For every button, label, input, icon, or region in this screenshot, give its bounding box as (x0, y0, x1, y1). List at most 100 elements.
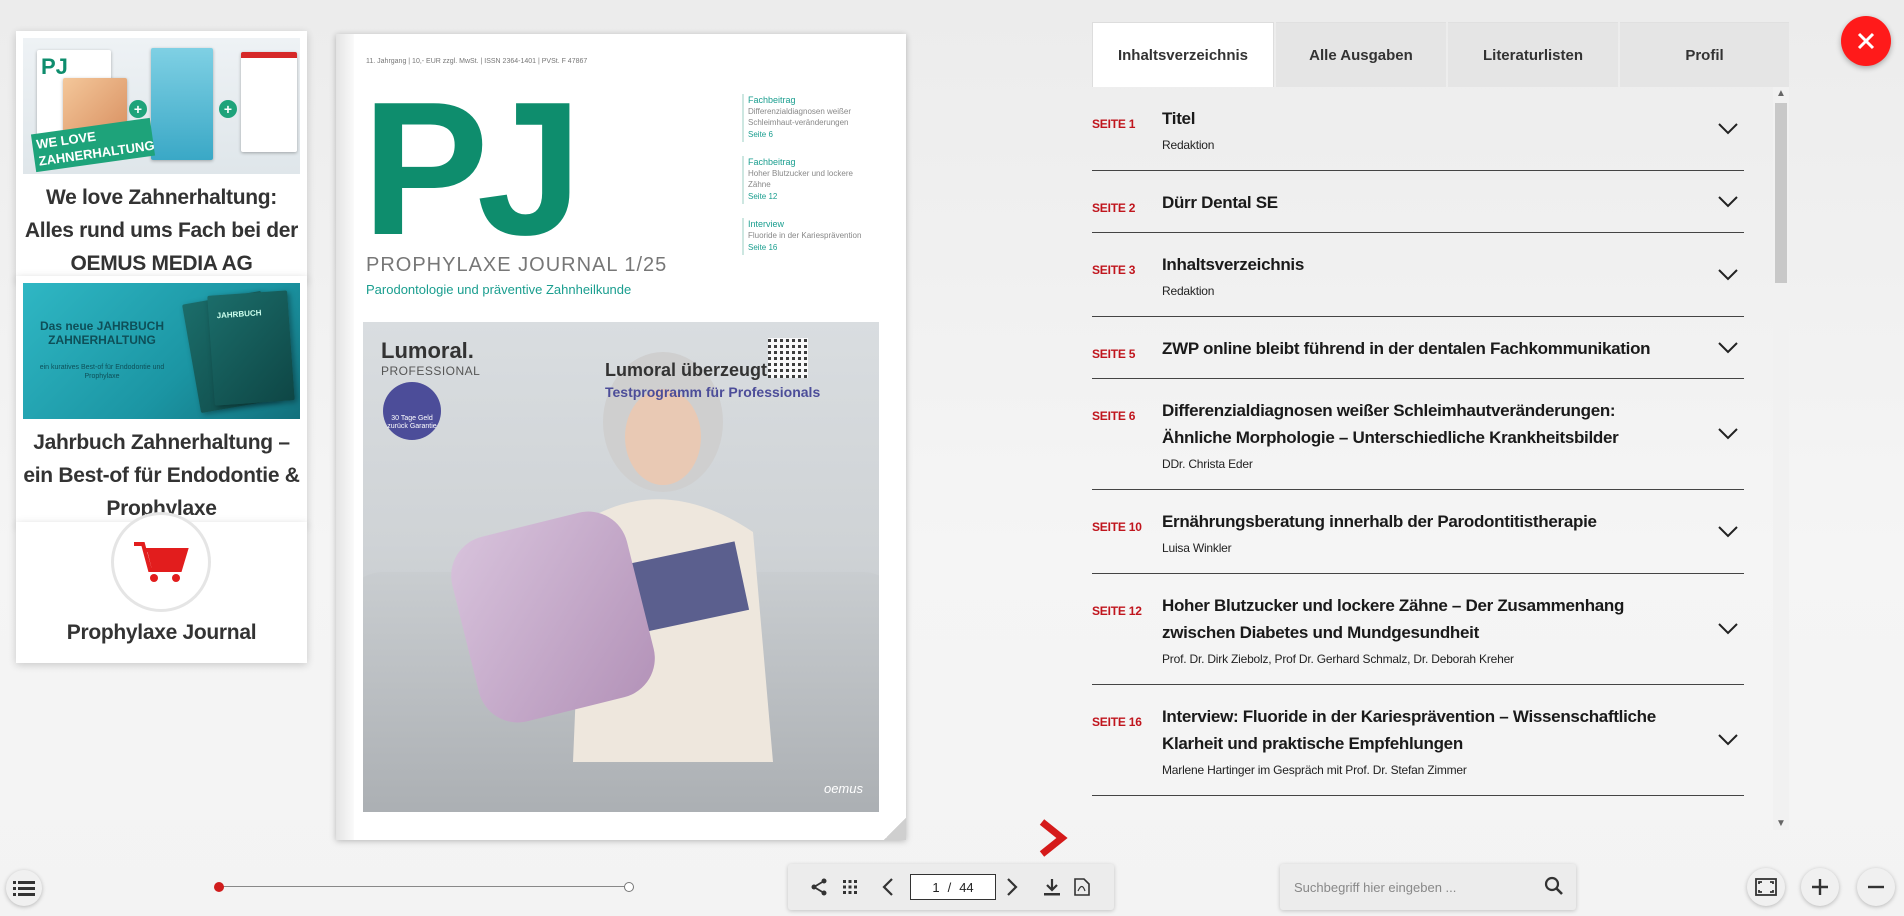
teaser-page: Seite 6 (748, 130, 773, 139)
toc-list[interactable]: SEITE 1 Titel Redaktion SEITE 2 Dürr Den… (1092, 87, 1744, 830)
toc-entry[interactable]: SEITE 10 Ernährungsberatung innerhalb de… (1092, 490, 1744, 574)
list-icon (13, 881, 35, 896)
cover-advertisement: Lumoral. PROFESSIONAL 30 Tage Geld zurüc… (363, 322, 879, 812)
toc-title[interactable]: Dürr Dental SE (1162, 189, 1684, 216)
cover-subtitle: Parodontologie und präventive Zahnheilku… (366, 282, 632, 297)
toc-title[interactable]: Differenzialdiagnosen weißer Schleimhaut… (1162, 397, 1684, 451)
chevron-down-icon[interactable] (1718, 623, 1738, 635)
magazine-page[interactable]: 11. Jahrgang | 10,- EUR zzgl. MwSt. | IS… (336, 34, 906, 840)
pdf-file-icon (1074, 878, 1090, 896)
page-navigation-bar: 1 / 44 (788, 864, 1114, 910)
toc-entry[interactable]: SEITE 5 ZWP online bleibt führend in der… (1092, 317, 1744, 379)
next-page-button[interactable] (1001, 876, 1023, 898)
toc-toggle-button[interactable] (6, 870, 42, 906)
thumbnails-button[interactable] (839, 876, 861, 898)
chevron-down-icon[interactable] (1718, 428, 1738, 440)
tab-profil[interactable]: Profil (1620, 22, 1789, 87)
slider-handle[interactable] (214, 882, 224, 892)
toc-page-number: SEITE 3 (1092, 263, 1136, 277)
toc-entry[interactable]: SEITE 1 Titel Redaktion (1092, 87, 1744, 171)
close-button[interactable] (1841, 16, 1891, 66)
toc-author: Redaktion (1162, 284, 1215, 298)
chevron-down-icon[interactable] (1718, 195, 1738, 208)
page-slider[interactable] (214, 881, 634, 893)
page-curl-corner[interactable] (884, 818, 906, 840)
page-number-input[interactable]: 1 / 44 (910, 874, 996, 900)
teaser-page: Seite 16 (748, 243, 778, 252)
cover-logo: PJ (362, 63, 582, 275)
scroll-down-icon[interactable]: ▼ (1776, 818, 1786, 829)
plus-icon (1812, 879, 1828, 895)
toc-author: Prof. Dr. Dirk Ziebolz, Prof Dr. Gerhard… (1162, 652, 1514, 666)
close-icon (1857, 32, 1875, 50)
toc-entry[interactable]: SEITE 3 Inhaltsverzeichnis Redaktion (1092, 233, 1744, 317)
toc-title[interactable]: Hoher Blutzucker und lockere Zähne – Der… (1162, 592, 1684, 646)
promo-title[interactable]: We love Zahnerhaltung: Alles rund ums Fa… (22, 181, 301, 280)
share-icon (811, 878, 827, 896)
toc-author: DDr. Christa Eder (1162, 457, 1253, 471)
ad-headline: Lumoral überzeugt (605, 360, 768, 380)
toc-title[interactable]: Inhaltsverzeichnis (1162, 251, 1684, 278)
toc-entry[interactable]: SEITE 2 Dürr Dental SE (1092, 171, 1744, 233)
promo-title[interactable]: Prophylaxe Journal (22, 616, 301, 649)
toc-scrollbar[interactable]: ▲ ▼ (1773, 87, 1789, 830)
toc-page-number: SEITE 16 (1092, 715, 1142, 729)
chevron-right-icon (1007, 878, 1018, 896)
teaser-kind: Fachbeitrag (748, 157, 796, 167)
toc-author: Luisa Winkler (1162, 541, 1232, 555)
tab-literaturlisten[interactable]: Literaturlisten (1448, 22, 1618, 87)
ad-publisher-logo: oemus (823, 781, 863, 796)
scroll-up-icon[interactable]: ▲ (1776, 88, 1786, 99)
fit-to-screen-button[interactable] (1747, 868, 1785, 906)
previous-page-button[interactable] (877, 876, 899, 898)
toc-entry[interactable]: SEITE 12 Hoher Blutzucker und lockere Zä… (1092, 574, 1744, 685)
zoom-in-button[interactable] (1801, 868, 1839, 906)
search-icon[interactable] (1544, 876, 1564, 896)
teaser-desc: Hoher Blutzucker und lockere Zähne (748, 169, 853, 189)
promo-title[interactable]: Jahrbuch Zahnerhaltung – ein Best-of für… (22, 426, 301, 525)
grid-icon (843, 880, 857, 894)
chevron-left-icon (882, 878, 893, 896)
cover-teaser: Interview Fluoride in der Kariespräventi… (742, 218, 872, 255)
toc-entry[interactable]: SEITE 6 Differenzialdiagnosen weißer Sch… (1092, 379, 1744, 490)
share-button[interactable] (808, 876, 830, 898)
slider-end (624, 882, 634, 892)
toc-title[interactable]: ZWP online bleibt führend in der dentale… (1162, 335, 1684, 362)
teaser-desc: Fluoride in der Kariesprävention (748, 231, 862, 240)
tab-alle-ausgaben[interactable]: Alle Ausgaben (1276, 22, 1446, 87)
toc-title[interactable]: Titel (1162, 105, 1684, 132)
toc-author: Redaktion (1162, 138, 1215, 152)
toc-entry[interactable]: SEITE 16 Interview: Fluoride in der Kari… (1092, 685, 1744, 796)
next-page-arrow-icon[interactable] (1036, 818, 1068, 858)
pdf-button[interactable] (1071, 876, 1093, 898)
toc-author: Marlene Hartinger im Gespräch mit Prof. … (1162, 763, 1467, 777)
scroll-thumb[interactable] (1775, 103, 1787, 283)
teaser-kind: Interview (748, 219, 785, 229)
toc-page-number: SEITE 1 (1092, 117, 1136, 131)
download-button[interactable] (1041, 876, 1063, 898)
page-separator: / (947, 879, 952, 895)
download-icon (1044, 879, 1060, 896)
promo-card-jahrbuch[interactable]: Das neue JAHRBUCH ZAHNERHALTUNG ein kura… (16, 276, 307, 526)
cart-badge[interactable] (111, 512, 211, 612)
chevron-down-icon[interactable] (1718, 525, 1738, 538)
teaser-desc: Differenzialdiagnosen weißer Schleimhaut… (748, 107, 852, 127)
chevron-down-icon[interactable] (1718, 122, 1738, 135)
cover-teaser: Fachbeitrag Differenzialdiagnosen weißer… (742, 94, 872, 142)
chevron-down-icon[interactable] (1718, 341, 1738, 354)
toc-title[interactable]: Interview: Fluoride in der Kariesprävent… (1162, 703, 1684, 757)
current-page[interactable]: 1 (932, 880, 939, 895)
chevron-down-icon[interactable] (1718, 734, 1738, 746)
promo-card-we-love-zahnerhaltung[interactable]: PJ + + WE LOVE ZAHNERHALTUNG We love Zah… (16, 31, 307, 281)
promo-card-shop[interactable]: Prophylaxe Journal (16, 512, 307, 663)
toc-title[interactable]: Ernährungsberatung innerhalb der Parodon… (1162, 508, 1684, 535)
chevron-down-icon[interactable] (1718, 268, 1738, 281)
promo-sidebar: PJ + + WE LOVE ZAHNERHALTUNG We love Zah… (16, 31, 307, 663)
zoom-out-button[interactable] (1857, 868, 1895, 906)
search-input[interactable] (1294, 876, 1534, 898)
cover-teaser: Fachbeitrag Hoher Blutzucker und lockere… (742, 156, 872, 204)
tab-inhaltsverzeichnis[interactable]: Inhaltsverzeichnis (1092, 22, 1274, 87)
minus-icon (1868, 885, 1884, 889)
teaser-kind: Fachbeitrag (748, 95, 796, 105)
promo-image: Das neue JAHRBUCH ZAHNERHALTUNG ein kura… (23, 283, 300, 419)
